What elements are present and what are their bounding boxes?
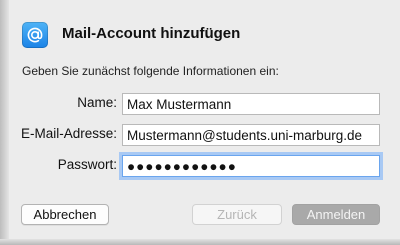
password-field[interactable]	[122, 155, 380, 177]
at-sign-glyph	[27, 27, 43, 43]
at-sign-icon	[22, 22, 48, 48]
email-label: E-Mail-Adresse:	[20, 126, 117, 141]
window-edge-bottom	[0, 239, 400, 245]
window-edge-left	[0, 0, 9, 245]
login-button[interactable]: Anmelden	[292, 204, 380, 225]
cancel-button[interactable]: Abbrechen	[21, 204, 109, 225]
back-button[interactable]: Zurück	[192, 204, 282, 225]
name-label: Name:	[77, 95, 117, 110]
email-field[interactable]	[122, 124, 380, 146]
password-label: Passwort:	[57, 157, 117, 172]
name-field[interactable]	[122, 93, 380, 115]
dialog-title: Mail-Account hinzufügen	[62, 25, 241, 42]
dialog-instructions: Geben Sie zunächst folgende Informatione…	[22, 64, 279, 78]
